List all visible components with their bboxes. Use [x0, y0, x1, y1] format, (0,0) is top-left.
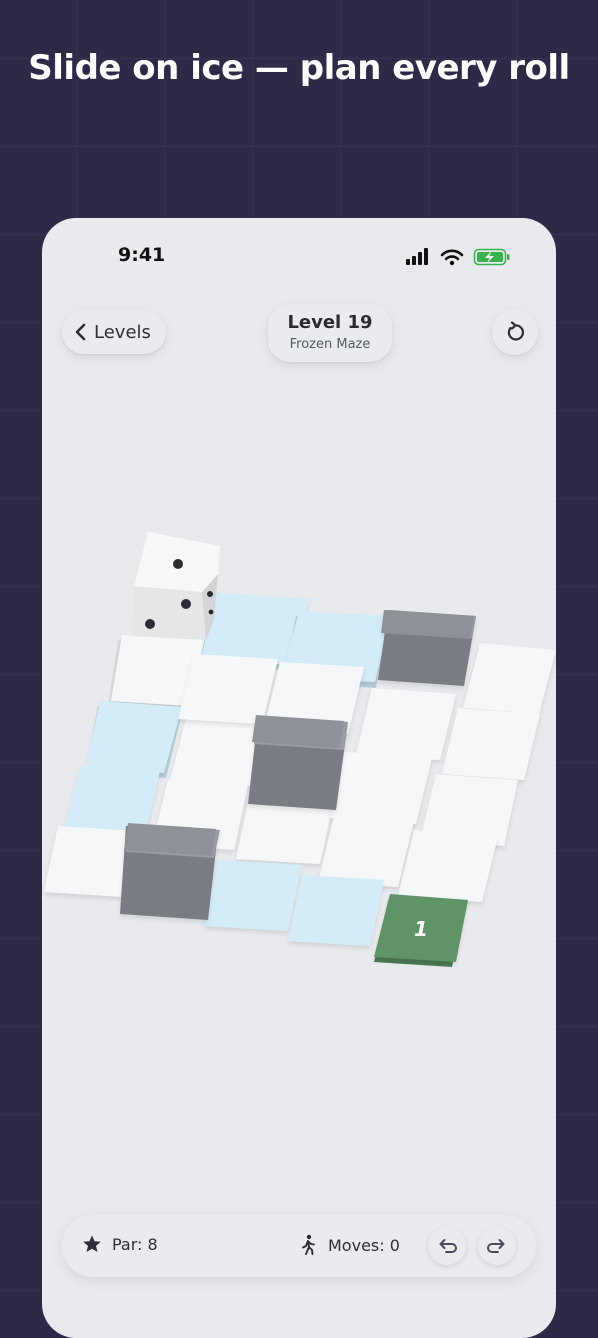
undo-button[interactable] — [428, 1227, 466, 1265]
floor-tile[interactable] — [330, 752, 432, 824]
moves-label: Moves: 0 — [328, 1235, 400, 1255]
player-die[interactable] — [132, 532, 220, 640]
game-board[interactable]: 1 — [42, 218, 556, 1338]
redo-button[interactable] — [478, 1227, 516, 1265]
die-pip — [181, 599, 191, 609]
floor-tile[interactable] — [356, 688, 456, 760]
undo-icon — [439, 1239, 457, 1253]
par-stat: Par: 8 — [82, 1234, 158, 1254]
floor-tile[interactable] — [442, 708, 540, 780]
stone-block — [378, 610, 476, 686]
floor-tile[interactable] — [318, 816, 414, 887]
star-icon — [83, 1235, 101, 1252]
die-pip — [208, 609, 214, 615]
redo-icon — [487, 1239, 505, 1253]
moves-stat: Moves: 0 — [300, 1234, 400, 1256]
walking-person-icon — [302, 1234, 315, 1255]
ice-tile[interactable] — [288, 875, 384, 946]
headline: Slide on ice — plan every roll — [28, 48, 570, 88]
die-pip — [207, 591, 213, 597]
ice-tile[interactable] — [204, 860, 302, 931]
floor-tile[interactable] — [462, 643, 556, 718]
phone-screen: 9:41 Levels Level 19 Frozen Maze 1 Par: … — [42, 218, 556, 1338]
floor-tile[interactable] — [398, 830, 498, 902]
die-pip — [173, 559, 183, 569]
goal-label: 1 — [414, 917, 428, 941]
stone-block — [120, 823, 220, 920]
par-label: Par: 8 — [112, 1234, 158, 1254]
stone-block — [248, 715, 348, 810]
bottom-bar: Par: 8 Moves: 0 — [62, 1215, 536, 1277]
ice-tile[interactable] — [86, 701, 182, 778]
die-pip — [145, 619, 155, 629]
floor-tile[interactable] — [178, 654, 278, 724]
goal-tile[interactable]: 1 — [374, 894, 468, 967]
